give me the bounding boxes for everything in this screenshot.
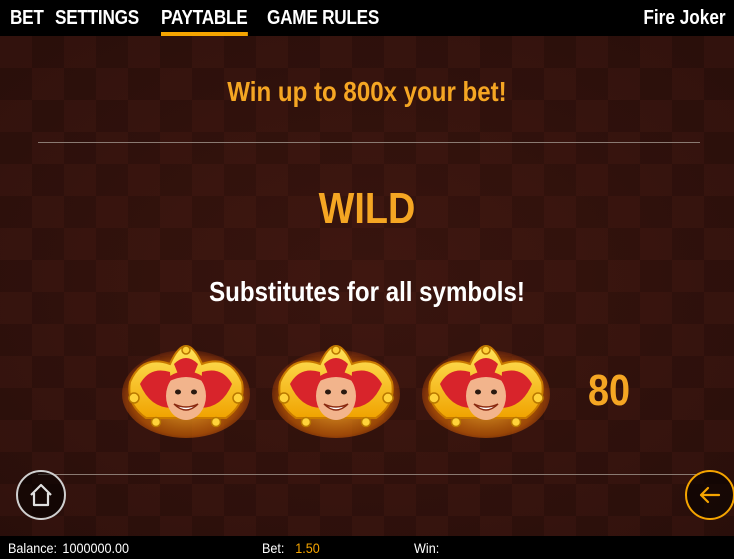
game-title: Fire Joker <box>643 6 726 29</box>
win-label: Win: <box>414 539 440 556</box>
game-window: BET SETTINGS PAYTABLE GAME RULES Fire Jo… <box>0 0 734 559</box>
wild-symbol-row <box>120 342 552 438</box>
paytable-panel: Win up to 800x your bet! WILD Substitute… <box>0 36 734 536</box>
tab-paytable[interactable]: PAYTABLE <box>160 0 248 36</box>
wild-payout-value: 80 <box>588 366 631 415</box>
top-nav-bar: BET SETTINGS PAYTABLE GAME RULES Fire Jo… <box>0 0 734 36</box>
paytable-headline: Win up to 800x your bet! <box>227 76 507 107</box>
divider <box>38 474 700 475</box>
arrow-left-icon <box>699 486 721 504</box>
bet-display: Bet: 1.50 <box>262 536 320 559</box>
back-button[interactable] <box>685 470 734 520</box>
joker-wild-icon <box>122 344 250 438</box>
tab-game-rules[interactable]: GAME RULES <box>267 0 379 36</box>
bet-label: Bet: <box>262 539 285 556</box>
balance-label: Balance: <box>8 539 58 556</box>
wild-section-description: Substitutes for all symbols! <box>209 276 525 307</box>
status-bar: Balance: 1000000.00 Bet: 1.50 Win: <box>0 536 734 559</box>
win-display: Win: <box>414 536 445 559</box>
joker-wild-icon <box>272 344 400 438</box>
tab-bet[interactable]: BET <box>10 0 44 36</box>
home-icon <box>30 483 52 507</box>
bet-value: 1.50 <box>295 539 320 556</box>
joker-wild-icon <box>422 344 550 438</box>
home-button[interactable] <box>16 470 66 520</box>
tab-settings[interactable]: SETTINGS <box>55 0 139 36</box>
divider <box>38 142 700 143</box>
balance-display: Balance: 1000000.00 <box>8 536 129 559</box>
balance-value: 1000000.00 <box>62 539 130 556</box>
wild-section-title: WILD <box>318 184 416 233</box>
